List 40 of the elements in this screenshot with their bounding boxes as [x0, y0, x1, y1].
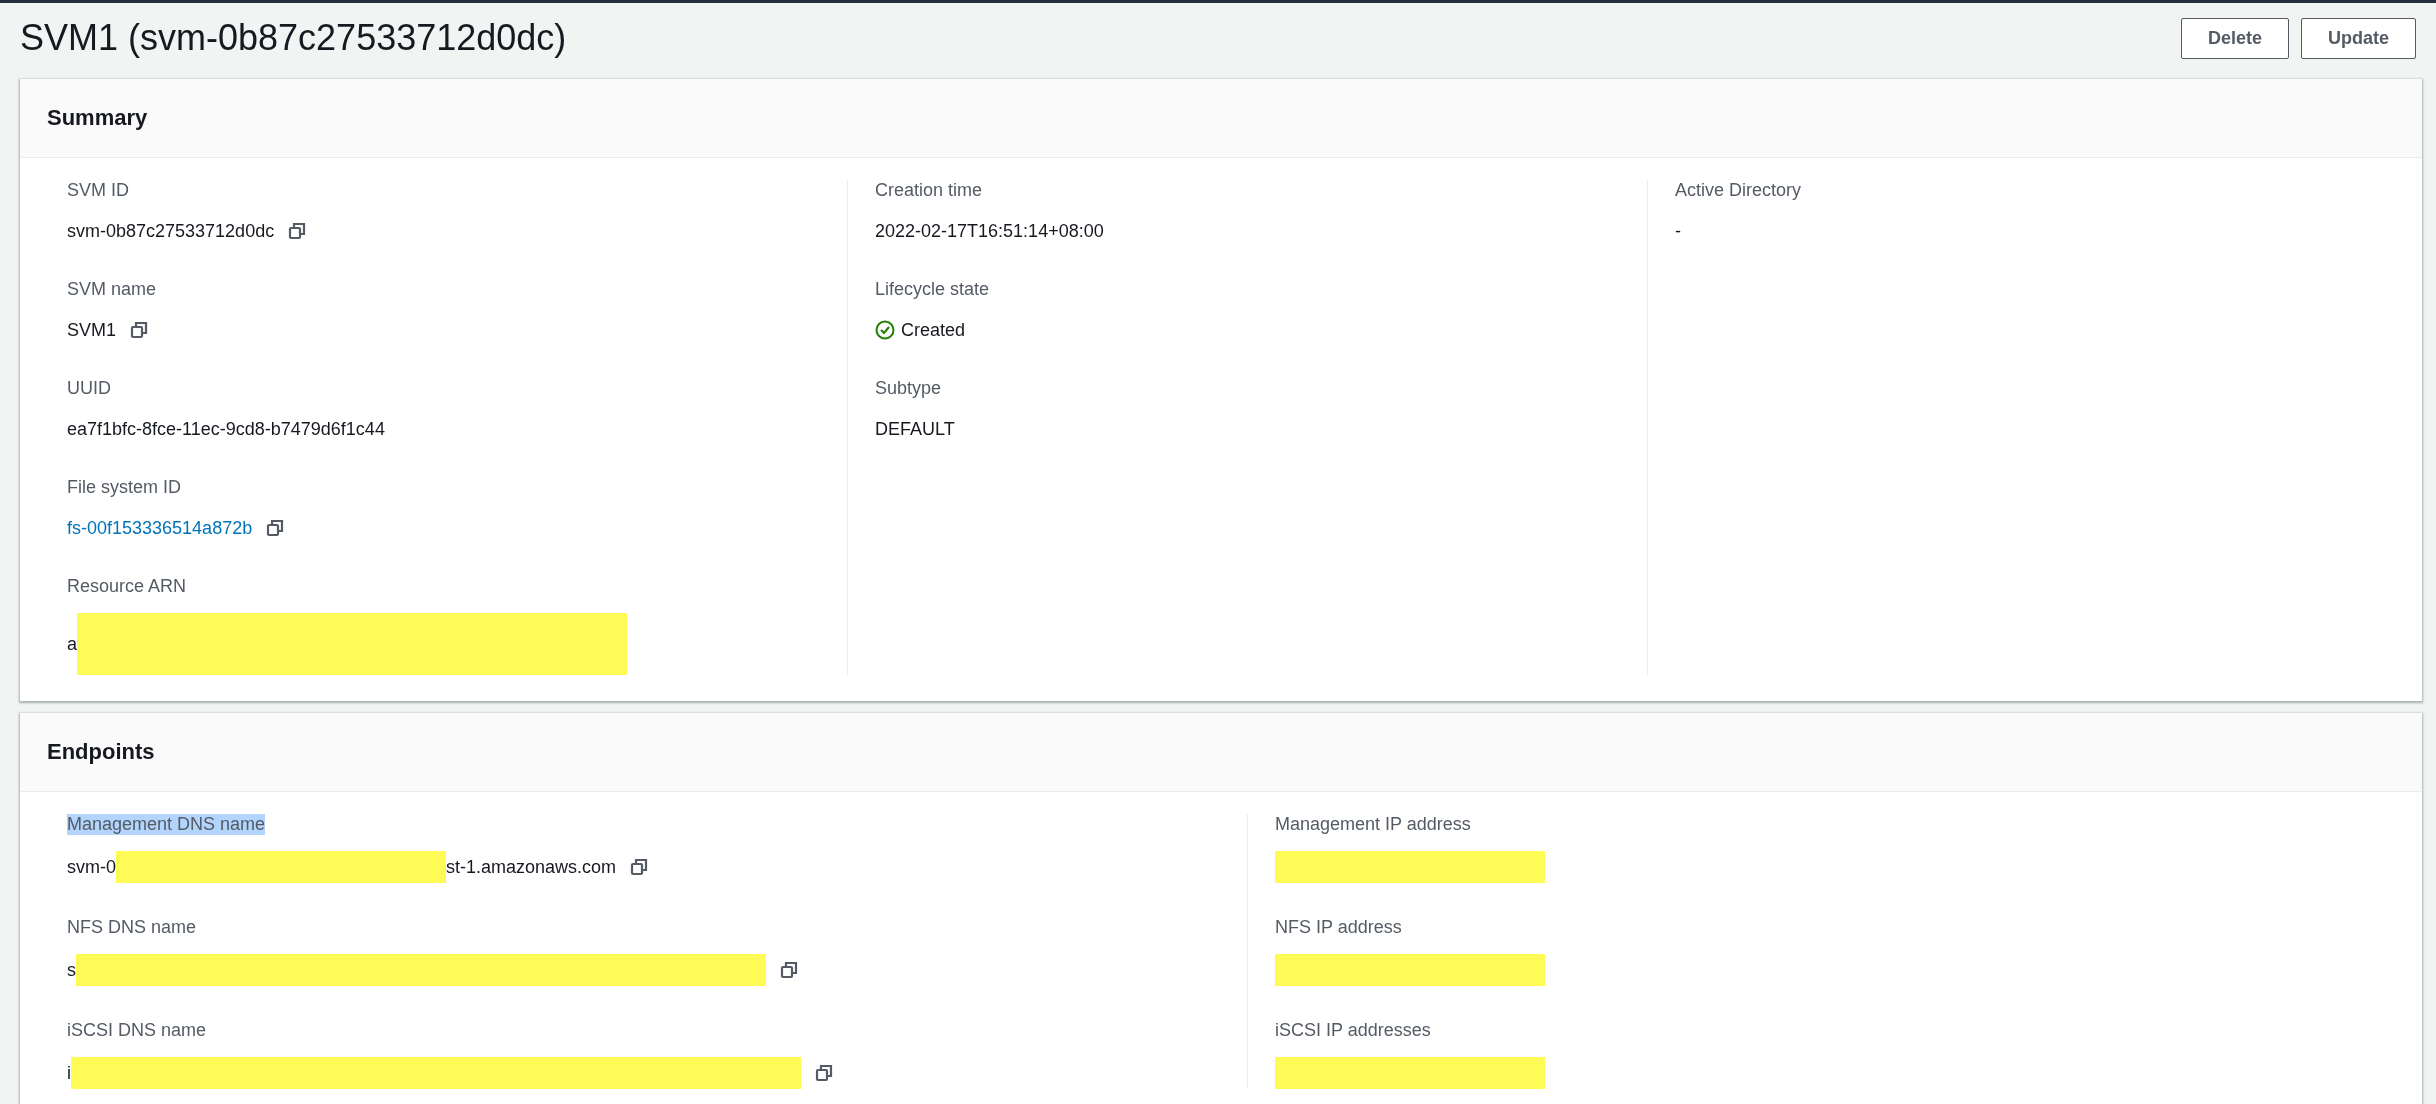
- copy-icon[interactable]: [130, 321, 149, 339]
- field-label: Resource ARN: [67, 576, 187, 597]
- field-value: DEFAULT: [875, 418, 955, 440]
- field-label: iSCSI DNS name: [67, 1020, 207, 1041]
- field-value: 2022-02-17T16:51:14+08:00: [875, 220, 1104, 242]
- check-circle-icon: [875, 320, 895, 340]
- action-button[interactable]: Update: [2301, 17, 2416, 59]
- copy-icon[interactable]: [266, 519, 285, 537]
- field-value: a: [67, 633, 77, 655]
- field-value: SVM1: [67, 319, 117, 341]
- copy-icon[interactable]: [780, 961, 798, 979]
- field-label: UUID: [67, 378, 111, 399]
- file-system-link[interactable]: fs-00f153336514a872b: [67, 517, 253, 539]
- copy-icon[interactable]: [815, 1064, 833, 1082]
- field-label: NFS IP address: [1275, 917, 1402, 938]
- field-value: st-1.amazonaws.com: [446, 856, 617, 878]
- field-label: Subtype: [875, 378, 942, 399]
- action-button[interactable]: Delete: [2180, 17, 2289, 59]
- status-text: Created: [901, 319, 966, 341]
- field-label: iSCSI IP addresses: [1275, 1020, 1431, 1041]
- panel-title: Summary: [20, 79, 2422, 158]
- field-label: Management DNS name: [67, 814, 266, 835]
- field-value: svm-0: [67, 856, 116, 878]
- field-label: Management IP address: [1275, 814, 1471, 835]
- field-label: Active Directory: [1675, 180, 1802, 201]
- field-label: NFS DNS name: [67, 917, 197, 938]
- field-label: SVM name: [67, 279, 157, 300]
- field-label: SVM ID: [67, 180, 129, 201]
- field-label: File system ID: [67, 477, 181, 498]
- field-label: Creation time: [875, 180, 983, 201]
- field-label: Lifecycle state: [875, 279, 990, 300]
- panel-title: Endpoints: [20, 713, 2422, 792]
- field-value: -: [1675, 220, 1681, 242]
- field-value: svm-0b87c27533712d0dc: [67, 220, 275, 242]
- copy-icon[interactable]: [288, 222, 307, 240]
- field-value: s: [67, 959, 76, 981]
- field-value: ea7f1bfc-8fce-11ec-9cd8-b7479d6f1c44: [67, 418, 385, 440]
- copy-icon[interactable]: [630, 858, 649, 876]
- page-title: SVM1 (svm-0b87c27533712d0dc): [20, 17, 567, 59]
- field-value: i: [67, 1062, 71, 1084]
